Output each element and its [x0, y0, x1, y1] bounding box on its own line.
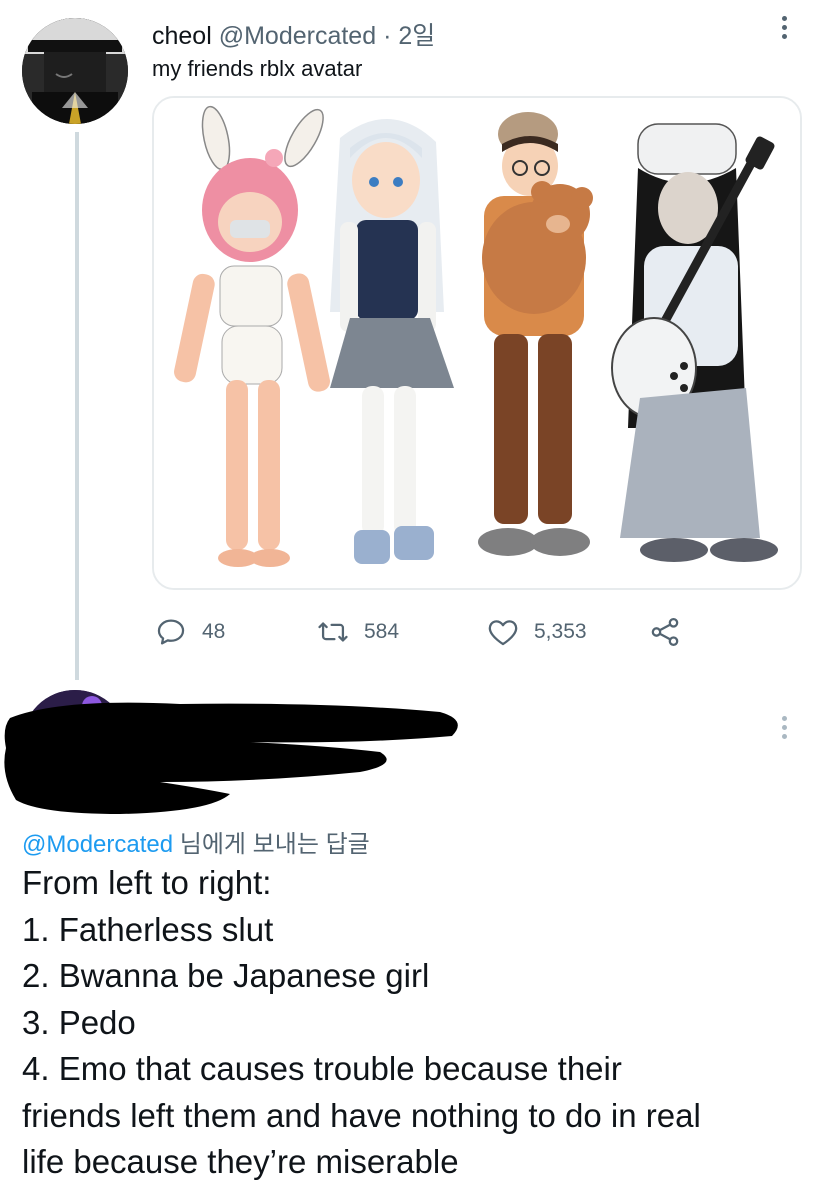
reply-mention-link[interactable]: @Modercated: [22, 831, 173, 858]
reply-line: friends left them and have nothing to do…: [22, 1096, 701, 1134]
reply-tweet[interactable]: @Modercated 님에게 보내는 답글 From left to righ…: [0, 690, 825, 1200]
reply-icon: [157, 619, 185, 645]
share-button[interactable]: [648, 612, 682, 652]
like-count: 5,353: [534, 620, 587, 643]
tweet-actions: 48 584 5,353: [152, 612, 712, 652]
like-button[interactable]: 5,353: [486, 612, 587, 652]
retweet-count: 584: [364, 620, 400, 643]
illustration-image: [154, 98, 800, 588]
replying-to: @Modercated 님에게 보내는 답글: [22, 824, 370, 859]
tweet-text: my friends rblx avatar: [152, 56, 363, 81]
avatar-image: [22, 18, 128, 124]
thread-line: [75, 132, 79, 680]
reply-line: 2. Bwanna be Japanese girl: [22, 957, 430, 994]
heart-icon: [488, 620, 518, 646]
retweet-icon: [318, 622, 348, 642]
reply-count: 48: [202, 620, 226, 643]
timestamp[interactable]: 2일: [398, 22, 435, 50]
tweet-header: cheol @Modercated · 2일: [152, 16, 435, 52]
tweet[interactable]: cheol @Modercated · 2일 my friends rblx a…: [0, 0, 825, 680]
share-icon: [651, 617, 679, 647]
more-options-icon[interactable]: [772, 712, 796, 746]
separator: ·: [383, 22, 392, 50]
tweet-media-image[interactable]: [152, 96, 802, 590]
reply-line: 3. Pedo: [22, 1003, 136, 1041]
display-name[interactable]: cheol: [152, 22, 212, 50]
retweet-button[interactable]: 584: [316, 612, 399, 652]
redaction-scribble: [4, 702, 458, 814]
reply-line: 4. Emo that causes trouble because their: [22, 1050, 622, 1087]
user-handle[interactable]: @Modercated: [219, 22, 376, 50]
reply-prefix-text: 님에게 보내는 답글: [173, 831, 370, 858]
reply-line: 1. Fatherless slut: [22, 910, 274, 948]
reply-line: life because they’re miserable: [22, 1143, 459, 1180]
reply-button[interactable]: 48: [154, 612, 225, 652]
reply-text: From left to right: 1. Fatherless slut 2…: [22, 860, 812, 1186]
reply-line: From left to right:: [22, 864, 272, 901]
more-options-icon[interactable]: [772, 12, 796, 46]
avatar[interactable]: [22, 18, 128, 124]
